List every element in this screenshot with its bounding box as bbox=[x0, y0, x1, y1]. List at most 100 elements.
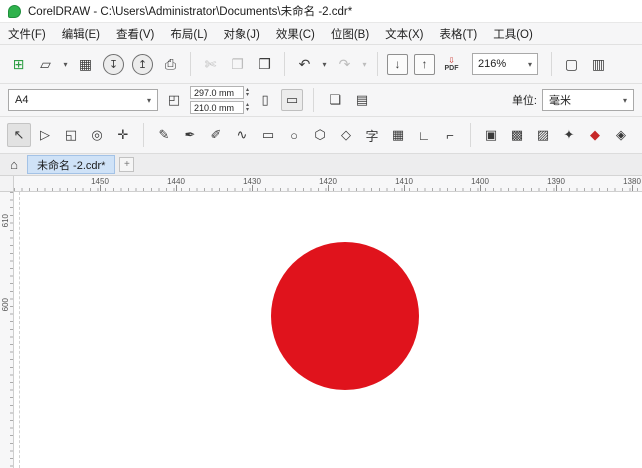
save-icon[interactable]: ▦ bbox=[73, 52, 98, 77]
polygon-tool-icon[interactable]: ⬡ bbox=[308, 123, 332, 147]
transparency-tool-icon[interactable]: ▨ bbox=[531, 123, 555, 147]
table-tool-icon[interactable]: ▦ bbox=[386, 123, 410, 147]
menu-effects[interactable]: 效果(C) bbox=[268, 23, 323, 44]
print-icon[interactable]: ⎙ bbox=[158, 52, 183, 77]
fullscreen-icon[interactable]: ▢ bbox=[559, 52, 584, 77]
rectangle-tool-icon[interactable]: ▭ bbox=[256, 123, 280, 147]
menu-text[interactable]: 文本(X) bbox=[377, 23, 431, 44]
chevron-down-icon: ▾ bbox=[146, 95, 151, 105]
vertical-ruler[interactable]: 610 600 bbox=[0, 192, 14, 468]
pick-tool-icon[interactable]: ↖ bbox=[7, 123, 31, 147]
all-pages-button[interactable]: ❏ bbox=[324, 89, 346, 111]
artistic-media-tool-icon[interactable]: ✐ bbox=[204, 123, 228, 147]
text-tool-icon[interactable]: 字 bbox=[360, 123, 384, 147]
undo-group: ↶ ▾ ↷ ▾ bbox=[292, 52, 370, 77]
units-value: 毫米 bbox=[549, 95, 571, 107]
toolbar-separator bbox=[470, 123, 471, 147]
shape-tool-icon[interactable]: ▷ bbox=[33, 123, 57, 147]
width-stepper[interactable]: ▴ ▾ bbox=[246, 87, 249, 98]
undo-icon[interactable]: ↶ bbox=[292, 52, 317, 77]
landscape-orientation-button[interactable]: ▭ bbox=[281, 89, 304, 111]
undo-dropdown-icon[interactable]: ▾ bbox=[319, 52, 330, 77]
open-folder-icon[interactable]: ▱ bbox=[33, 52, 58, 77]
pdf-arrow-icon: ⇩ bbox=[448, 55, 455, 65]
pdf-label: PDF bbox=[444, 64, 459, 72]
units-section: 单位: 毫米 ▾ bbox=[512, 89, 634, 111]
title-bar: CorelDRAW - C:\Users\Administrator\Docum… bbox=[0, 0, 642, 22]
ellipse-tool-icon[interactable]: ○ bbox=[282, 123, 306, 147]
zoom-level-combobox[interactable]: 216% ▾ bbox=[472, 53, 538, 75]
ruler-tick-cell: 1380 bbox=[623, 176, 642, 191]
ruler-tick-cell: 1430 bbox=[243, 176, 328, 191]
crop-tool-icon[interactable]: ◱ bbox=[59, 123, 83, 147]
page-width-field[interactable]: 297.0 mm bbox=[190, 86, 244, 99]
menu-layout[interactable]: 布局(L) bbox=[162, 23, 215, 44]
show-rulers-icon[interactable]: ▥ bbox=[586, 52, 611, 77]
ruler-label: 1430 bbox=[243, 177, 261, 186]
page-height-field[interactable]: 210.0 mm bbox=[190, 101, 244, 114]
redo-icon[interactable]: ↷ bbox=[332, 52, 357, 77]
open-dropdown-icon[interactable]: ▾ bbox=[60, 52, 71, 77]
menu-bitmaps[interactable]: 位图(B) bbox=[323, 23, 377, 44]
portrait-orientation-button[interactable]: ▯ bbox=[254, 89, 276, 111]
menu-tools[interactable]: 工具(O) bbox=[485, 23, 541, 44]
ruler-origin-corner[interactable] bbox=[0, 176, 14, 192]
new-tab-button[interactable]: + bbox=[119, 157, 135, 172]
height-stepper[interactable]: ▴ ▾ bbox=[246, 102, 249, 113]
freehand-tool-icon[interactable]: ✎ bbox=[152, 123, 176, 147]
dimension-tool-icon[interactable]: ∟ bbox=[412, 123, 436, 147]
cloud-upload-icon[interactable]: ↥ bbox=[132, 53, 153, 75]
zoom-tool-icon[interactable]: ◎ bbox=[85, 123, 109, 147]
units-combobox[interactable]: 毫米 ▾ bbox=[542, 89, 634, 111]
file-group: ⊞ ▱ ▾ ▦ bbox=[6, 52, 98, 77]
window-title: CorelDRAW - C:\Users\Administrator\Docum… bbox=[28, 6, 353, 18]
page-dimensions: 297.0 mm ▴ ▾ 210.0 mm ▴ ▾ bbox=[190, 86, 249, 115]
import-export-group: ↓ ↑ bbox=[385, 53, 437, 75]
export-icon[interactable]: ↑ bbox=[414, 53, 435, 75]
pan-tool-icon[interactable]: ✛ bbox=[111, 123, 135, 147]
stepper-down-icon[interactable]: ▾ bbox=[246, 107, 249, 113]
page-size-combobox[interactable]: A4 ▾ bbox=[8, 89, 158, 111]
cut-icon[interactable]: ✄ bbox=[198, 52, 223, 77]
document-tab[interactable]: 未命名 -2.cdr* bbox=[27, 155, 116, 174]
eyedropper-tool-icon[interactable]: ✦ bbox=[557, 123, 581, 147]
horizontal-ruler[interactable]: 1450 1440 1430 1420 1410 1400 1390 1380 bbox=[14, 176, 642, 192]
toolbar-separator bbox=[284, 52, 285, 76]
stepper-down-icon[interactable]: ▾ bbox=[246, 92, 249, 98]
cloud-download-icon[interactable]: ↧ bbox=[103, 53, 124, 75]
ruler-label: 1410 bbox=[395, 177, 413, 186]
import-icon[interactable]: ↓ bbox=[387, 53, 408, 75]
paste-icon[interactable]: ❒ bbox=[252, 52, 277, 77]
property-bar: A4 ▾ ◰ 297.0 mm ▴ ▾ 210.0 mm ▴ ▾ ▯ ▭ ❏ ▤… bbox=[0, 84, 642, 117]
bezier-tool-icon[interactable]: ✒ bbox=[178, 123, 202, 147]
red-circle-object[interactable] bbox=[271, 242, 419, 390]
redo-dropdown-icon[interactable]: ▾ bbox=[359, 52, 370, 77]
page-metrics-icon: ◰ bbox=[167, 92, 181, 107]
smart-fill-tool-icon[interactable]: ◆ bbox=[583, 123, 607, 147]
copy-icon[interactable]: ❐ bbox=[225, 52, 250, 77]
outline-pen-tool-icon[interactable]: ◈ bbox=[609, 123, 633, 147]
toolbox: ↖ ▷ ◱ ◎ ✛ ✎ ✒ ✐ ∿ ▭ ○ ⬡ ◇ 字 ▦ ∟ ⌐ ▣ ▩ ▨ ✦ ◆ ◈ bbox=[0, 117, 642, 154]
drawing-canvas[interactable] bbox=[14, 192, 642, 468]
interactive-fill-tool-icon[interactable]: ▣ bbox=[479, 123, 503, 147]
curve-tool-icon[interactable]: ∿ bbox=[230, 123, 254, 147]
ruler-label: 1400 bbox=[471, 177, 489, 186]
menu-table[interactable]: 表格(T) bbox=[432, 23, 486, 44]
menu-file[interactable]: 文件(F) bbox=[0, 23, 54, 44]
ruler-row: 1450 1440 1430 1420 1410 1400 1390 1380 bbox=[0, 176, 642, 192]
menu-edit[interactable]: 编辑(E) bbox=[54, 23, 108, 44]
publish-pdf-icon[interactable]: ⇩ PDF bbox=[439, 52, 464, 77]
menu-bar: 文件(F) 编辑(E) 查看(V) 布局(L) 对象(J) 效果(C) 位图(B… bbox=[0, 22, 642, 45]
common-shapes-tool-icon[interactable]: ◇ bbox=[334, 123, 358, 147]
current-page-button[interactable]: ▤ bbox=[351, 89, 373, 111]
ruler-label: 1450 bbox=[91, 177, 109, 186]
chevron-down-icon: ▾ bbox=[622, 95, 627, 105]
home-icon[interactable]: ⌂ bbox=[5, 156, 23, 174]
new-document-icon[interactable]: ⊞ bbox=[6, 52, 31, 77]
menu-object[interactable]: 对象(J) bbox=[215, 23, 267, 44]
document-tab-bar: ⌂ 未命名 -2.cdr* + bbox=[0, 154, 642, 176]
mesh-fill-tool-icon[interactable]: ▩ bbox=[505, 123, 529, 147]
menu-view[interactable]: 查看(V) bbox=[108, 23, 162, 44]
connector-tool-icon[interactable]: ⌐ bbox=[438, 123, 462, 147]
page-width-row: 297.0 mm ▴ ▾ bbox=[190, 86, 249, 100]
